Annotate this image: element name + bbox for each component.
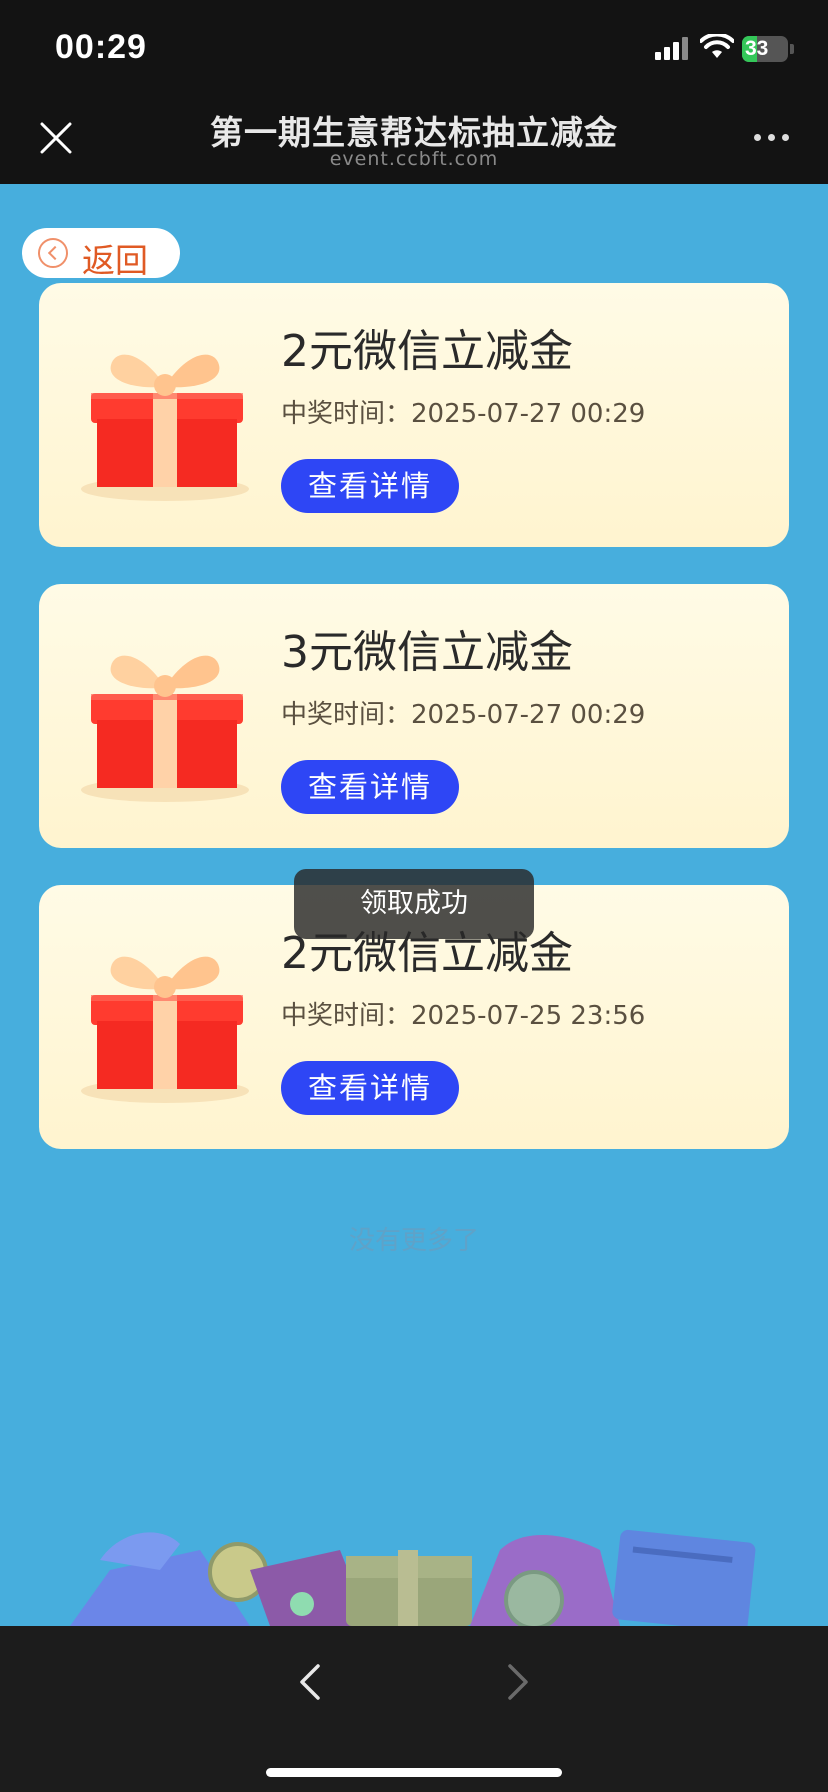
title-bar: 第一期生意帮达标抽立减金 event.ccbft.com (0, 92, 828, 184)
prize-name: 2元微信立减金 (281, 326, 573, 377)
home-indicator[interactable] (266, 1768, 562, 1777)
prize-time-value: 2025-07-27 00:29 (411, 399, 646, 429)
battery-icon: 33 (742, 36, 788, 62)
battery-tip (790, 44, 794, 54)
prize-time-label: 中奖时间： (281, 700, 412, 730)
prize-time-value: 2025-07-27 00:29 (411, 700, 646, 730)
view-details-button[interactable]: 查看详情 (281, 760, 459, 814)
back-label: 返回 (82, 241, 148, 280)
prize-time-label: 中奖时间： (281, 399, 412, 429)
more-icon[interactable] (752, 132, 792, 144)
cellular-signal-icon (655, 36, 689, 60)
status-time: 00:29 (55, 28, 147, 66)
gift-icon (81, 655, 249, 802)
chevron-right-icon[interactable] (494, 1660, 538, 1704)
prize-name: 3元微信立减金 (281, 627, 573, 678)
prize-card: 2元微信立减金 中奖时间：2025-07-27 00:29 查看详情 (39, 283, 789, 547)
prize-time-value: 2025-07-25 23:56 (411, 1001, 646, 1031)
toast-message: 领取成功 (294, 869, 534, 939)
list-end-text: 没有更多了 (348, 1226, 479, 1256)
decorative-gifts-illustration (70, 1529, 756, 1626)
back-button[interactable]: 返回 (22, 228, 180, 280)
back-circle-icon (38, 238, 68, 268)
wifi-icon (700, 34, 734, 58)
gift-icon (81, 956, 249, 1103)
page-title: 第一期生意帮达标抽立减金 (210, 113, 618, 152)
battery-percent: 33 (745, 37, 769, 60)
view-details-button[interactable]: 查看详情 (281, 1061, 459, 1115)
view-details-button[interactable]: 查看详情 (281, 459, 459, 513)
chevron-left-icon[interactable] (290, 1660, 334, 1704)
browser-bottom-nav (0, 1626, 828, 1792)
prize-time: 中奖时间：2025-07-27 00:29 (281, 393, 645, 430)
status-bar: 00:29 33 (0, 0, 828, 92)
page-url: event.ccbft.com (329, 148, 499, 170)
prize-time-label: 中奖时间： (281, 1001, 412, 1031)
gift-icon (81, 354, 249, 501)
prize-time: 中奖时间：2025-07-25 23:56 (281, 995, 645, 1032)
prize-card: 3元微信立减金 中奖时间：2025-07-27 00:29 查看详情 (39, 584, 789, 848)
prize-time: 中奖时间：2025-07-27 00:29 (281, 694, 645, 731)
